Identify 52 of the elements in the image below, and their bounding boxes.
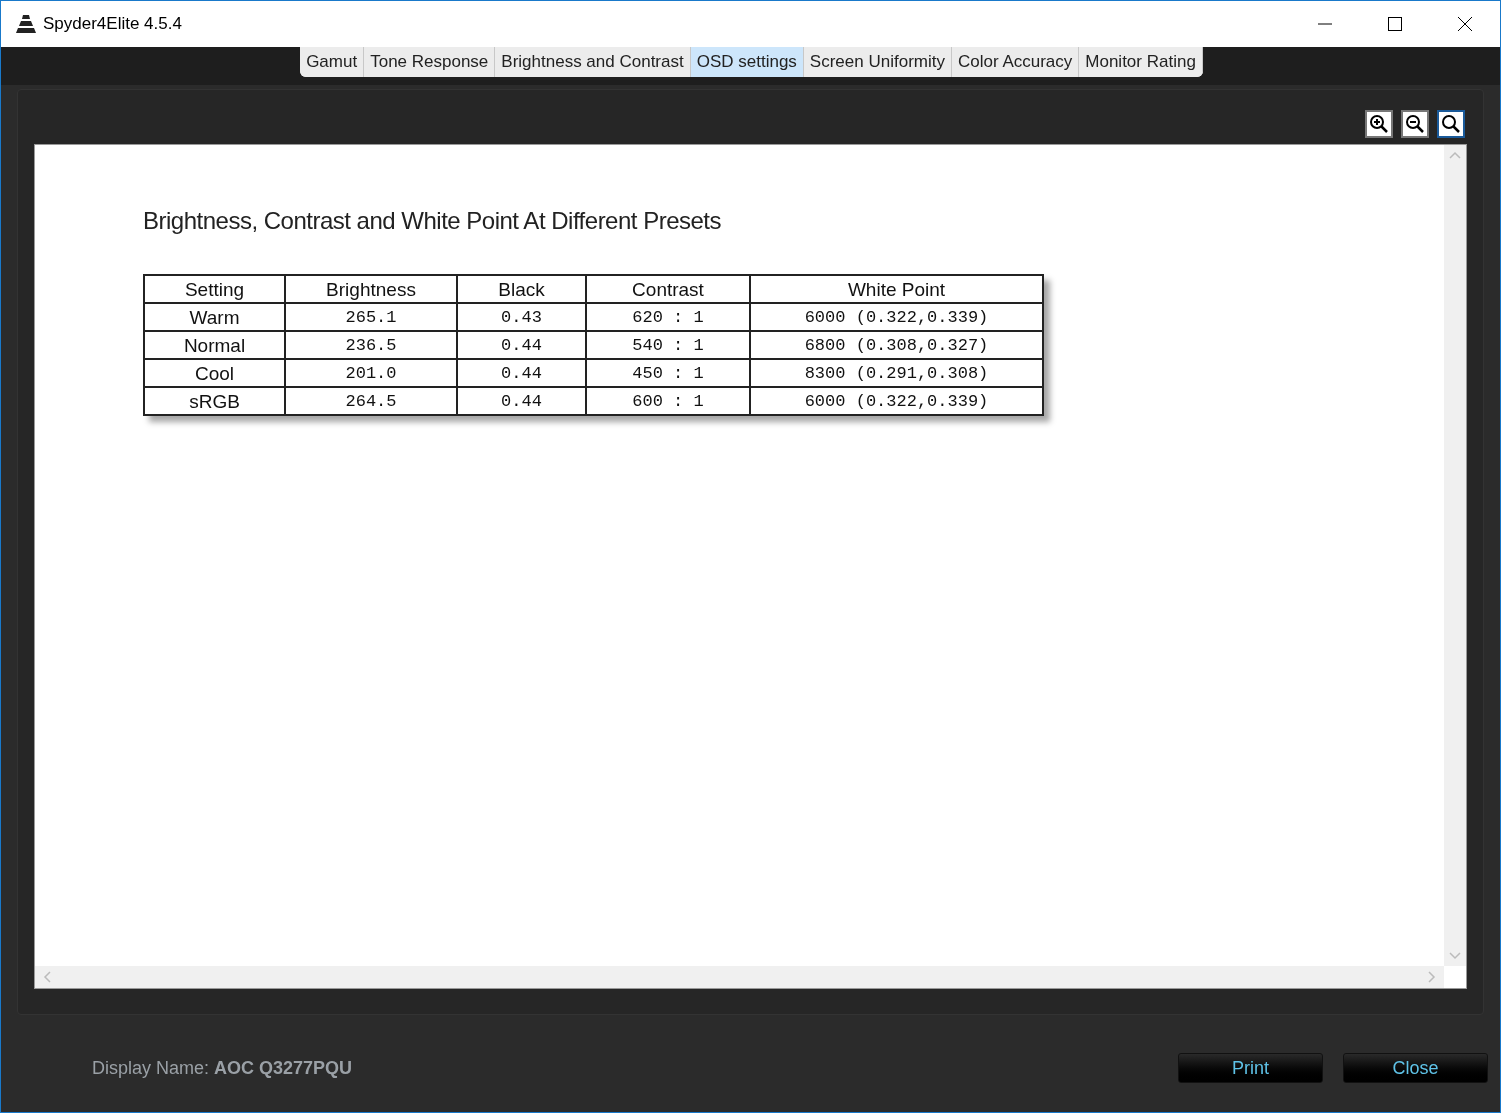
display-name: Display Name: AOC Q3277PQU — [92, 1056, 353, 1080]
zoom-button[interactable] — [1365, 110, 1393, 138]
tab[interactable]: Brightness and Contrast — [495, 47, 691, 77]
dialog-button[interactable]: Print — [1178, 1053, 1323, 1083]
table-cell: 0.43 — [457, 303, 586, 331]
table-cell: 600 : 1 — [586, 387, 750, 415]
scroll-down-icon — [1449, 952, 1461, 960]
table-cell: 540 : 1 — [586, 331, 750, 359]
table-cell: 6800 (0.308,0.327) — [750, 331, 1043, 359]
zoom-out-icon — [1405, 114, 1425, 134]
table-cell: 6000 (0.322,0.339) — [750, 387, 1043, 415]
tab[interactable]: Gamut — [300, 47, 365, 77]
table-cell: 0.44 — [457, 331, 586, 359]
table-cell: 8300 (0.291,0.308) — [750, 359, 1043, 387]
tab[interactable]: Tone Response — [364, 47, 496, 77]
table-cell: 6000 (0.322,0.339) — [750, 303, 1043, 331]
table-cell: 201.0 — [285, 359, 457, 387]
scroll-up-icon — [1449, 151, 1461, 159]
table-cell: 265.1 — [285, 303, 457, 331]
table-cell: 264.5 — [285, 387, 457, 415]
table-cell: 0.44 — [457, 387, 586, 415]
column-header: Black — [457, 275, 586, 303]
window-title: Spyder4Elite 4.5.4 — [43, 13, 182, 36]
zoom-in-icon — [1369, 114, 1389, 134]
column-header: Brightness — [285, 275, 457, 303]
table-cell: Cool — [144, 359, 285, 387]
table-cell: Warm — [144, 303, 285, 331]
tab[interactable]: Screen Uniformity — [803, 47, 952, 77]
column-header: White Point — [750, 275, 1043, 303]
dialog-button[interactable]: Close — [1343, 1053, 1488, 1083]
table-cell: 450 : 1 — [586, 359, 750, 387]
table-cell: 236.5 — [285, 331, 457, 359]
report-title: Brightness, Contrast and White Point At Different Presets — [143, 206, 722, 236]
table-cell: Normal — [144, 331, 285, 359]
column-header: Contrast — [586, 275, 750, 303]
close-icon — [1457, 16, 1473, 32]
table-cell: 0.44 — [457, 359, 586, 387]
scroll-left-icon — [43, 971, 51, 983]
tab[interactable]: Color Accuracy — [951, 47, 1080, 77]
vertical-scrollbar[interactable] — [1444, 145, 1466, 966]
maximize-icon — [1388, 17, 1402, 31]
app-logo-icon — [15, 13, 37, 35]
zoom-button[interactable] — [1437, 110, 1465, 138]
tab[interactable]: Monitor Rating — [1079, 47, 1203, 77]
table-cell: 620 : 1 — [586, 303, 750, 331]
column-header: Setting — [144, 275, 285, 303]
tab[interactable]: OSD settings — [690, 47, 804, 77]
table-cell: sRGB — [144, 387, 285, 415]
zoom-button[interactable] — [1401, 110, 1429, 138]
scroll-right-icon — [1428, 971, 1436, 983]
horizontal-scrollbar[interactable] — [35, 966, 1444, 988]
magnifier-icon — [1441, 114, 1461, 134]
